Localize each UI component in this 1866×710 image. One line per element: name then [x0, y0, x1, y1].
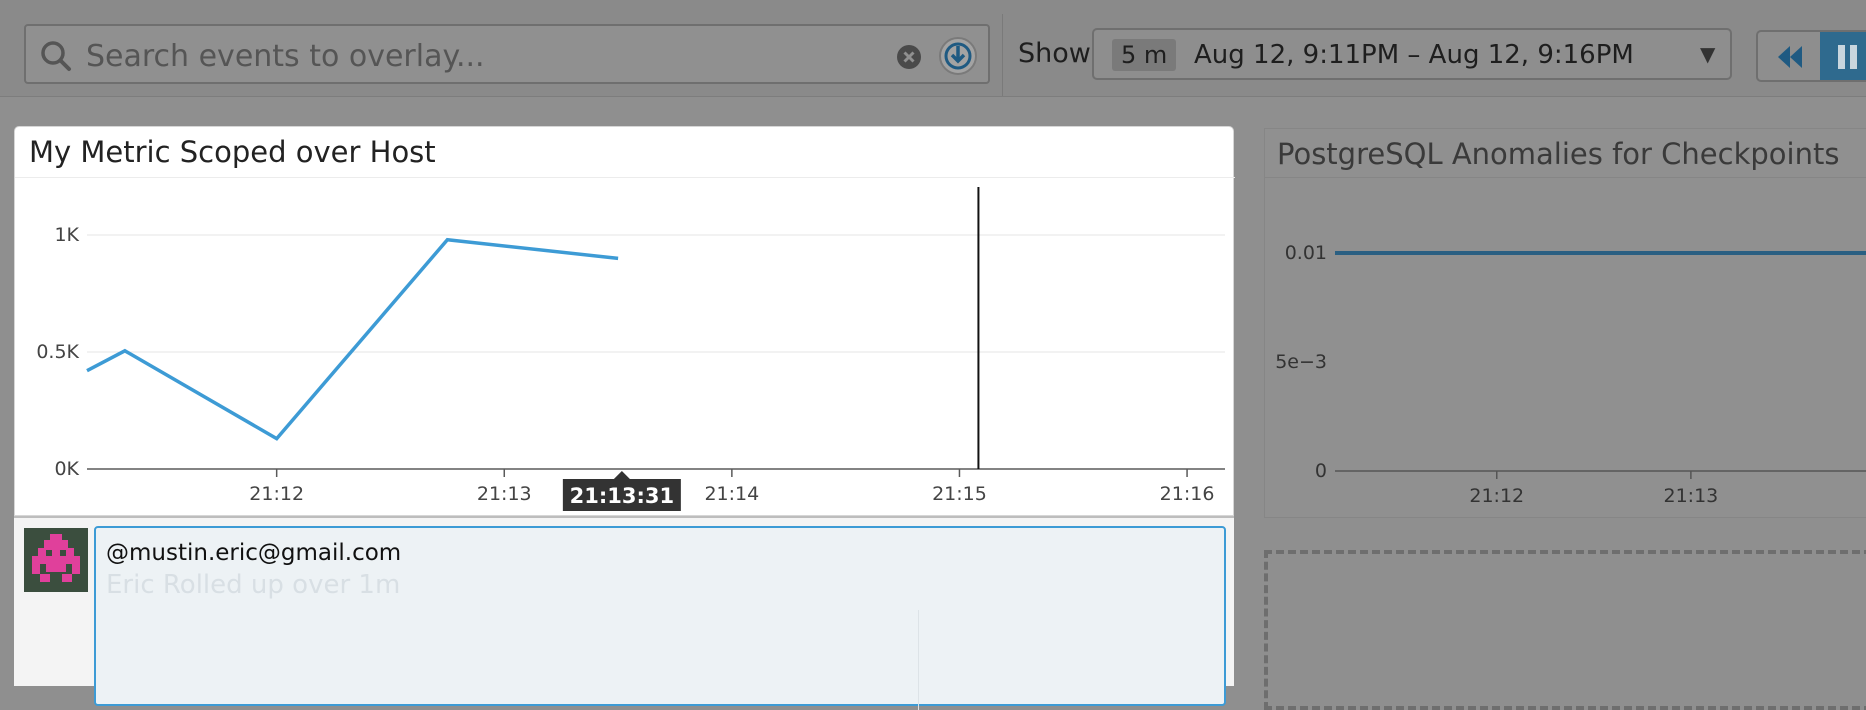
comment-ghost-text: Eric Rolled up over 1m [106, 570, 401, 600]
x-tick-label: 21:12 [1469, 485, 1524, 507]
widget-my-metric[interactable]: My Metric Scoped over Host 0K 0.5K 1K 21:12… [14, 126, 1235, 517]
comment-input[interactable]: @mustin.eric@gmail.com Eric Rolled up ov… [94, 526, 1226, 710]
add-widget-placeholder[interactable] [1264, 550, 1866, 710]
comment-panel: @mustin.eric@gmail.com Eric Rolled up ov… [14, 516, 1234, 710]
search-input[interactable] [84, 36, 908, 76]
clear-icon[interactable] [896, 44, 922, 70]
y-tick-label: 0.01 [1285, 242, 1327, 264]
timeframe-selector[interactable]: 5 m Aug 12, 9:11PM – Aug 12, 9:16PM ▼ [1092, 28, 1732, 80]
x-tick-label: 21:15 [932, 483, 987, 505]
pause-icon [1838, 45, 1857, 69]
avatar [24, 528, 88, 592]
x-tick-label: 21:14 [704, 483, 759, 505]
timeframe-range: Aug 12, 9:11PM – Aug 12, 9:16PM [1194, 40, 1634, 70]
metric-line-chart[interactable]: 0K 0.5K 1K 21:12 21:13 21:14 21:15 21:16 21:13:3… [15, 127, 1235, 517]
timeframe-badge: 5 m [1112, 39, 1177, 71]
comment-text: @mustin.eric@gmail.com [106, 540, 402, 566]
toolbar-divider [1002, 14, 1003, 96]
x-tick-label: 21:12 [249, 483, 304, 505]
rewind-icon[interactable] [1776, 44, 1804, 70]
y-tick-label: 0K [54, 458, 79, 480]
x-tick-label: 21:13 [1663, 485, 1718, 507]
ghost-divider [918, 610, 919, 710]
y-tick-label: 0 [1315, 460, 1327, 482]
x-tick-label: 21:13 [477, 483, 532, 505]
y-tick-label: 0.5K [36, 341, 79, 363]
event-search[interactable] [24, 24, 990, 84]
anomaly-line-chart[interactable]: 0 5e−3 0.01 21:12 21:13 [1265, 129, 1866, 519]
x-tick-label: 21:16 [1160, 483, 1215, 505]
download-icon[interactable] [938, 36, 978, 76]
pause-button[interactable] [1820, 32, 1866, 80]
series-line [86, 237, 619, 441]
dropdown-caret-icon: ▼ [1700, 42, 1716, 66]
show-label: Show [1018, 38, 1091, 69]
widget-postgres-anomalies[interactable]: PostgreSQL Anomalies for Checkpoints 0 5e… [1264, 128, 1866, 518]
tooltip-label: 21:13:31 [570, 484, 674, 508]
y-tick-label: 1K [54, 224, 79, 246]
playback-controls [1756, 30, 1866, 82]
search-icon [41, 41, 71, 71]
y-tick-label: 5e−3 [1275, 351, 1327, 373]
tooltip-pointer [613, 471, 630, 479]
top-toolbar: Show 5 m Aug 12, 9:11PM – Aug 12, 9:16PM… [0, 0, 1866, 97]
